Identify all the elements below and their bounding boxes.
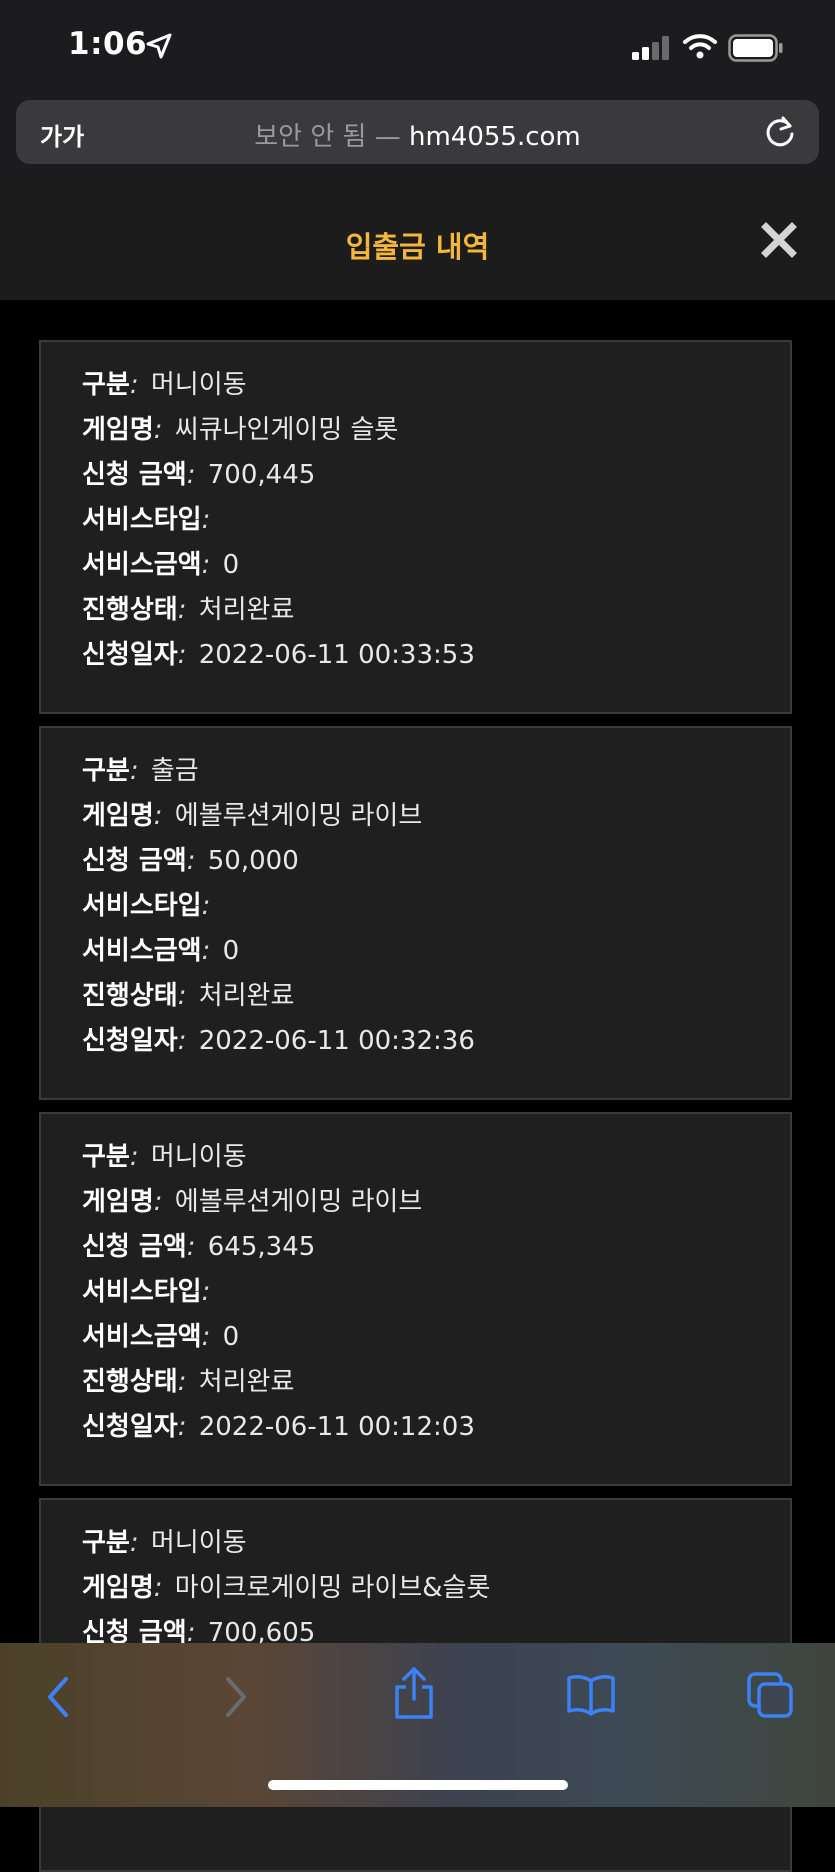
row-request-amount: 신청 금액: 700,445 — [82, 460, 316, 490]
request-amount-value: 700,445 — [207, 460, 316, 490]
cellular-signal-icon — [632, 36, 670, 64]
wifi-icon — [683, 33, 717, 63]
game-name-value: 에볼루션게이밍 라이브 — [174, 1187, 423, 1217]
row-request-amount: 신청 금액: 645,345 — [82, 1232, 316, 1262]
request-date-value: 2022-06-11 00:32:36 — [198, 1026, 475, 1056]
service-amount-value: 0 — [222, 550, 240, 580]
back-chevron-icon[interactable] — [42, 1673, 72, 1725]
row-service-type: 서비스타입: — [82, 1277, 211, 1307]
row-game-name: 게임명: 에볼루션게이밍 라이브 — [82, 1187, 423, 1217]
row-status: 진행상태: 처리완료 — [82, 1367, 295, 1397]
row-category: 구분: 머니이동 — [82, 1528, 247, 1558]
home-indicator — [268, 1780, 568, 1790]
row-service-type: 서비스타입: — [82, 505, 211, 535]
row-request-date: 신청일자: 2022-06-11 00:12:03 — [82, 1412, 475, 1442]
transaction-card: 구분: 출금 게임명: 에볼루션게이밍 라이브 신청 금액: 50,000 서비… — [39, 726, 792, 1100]
service-amount-value: 0 — [222, 936, 240, 966]
address-bar[interactable]: 가가 보안 안 됨 — hm4055.com — [16, 100, 819, 164]
category-value: 머니이동 — [150, 1142, 247, 1172]
game-name-value: 에볼루션게이밍 라이브 — [174, 801, 423, 831]
share-icon[interactable] — [392, 1665, 436, 1725]
reload-icon[interactable] — [763, 114, 797, 154]
status-value: 처리완료 — [198, 981, 295, 1011]
tabs-icon[interactable] — [746, 1671, 794, 1723]
row-service-amount: 서비스금액: 0 — [82, 1322, 240, 1352]
battery-icon — [728, 34, 784, 66]
request-date-value: 2022-06-11 00:33:53 — [198, 640, 475, 670]
row-service-type: 서비스타입: — [82, 891, 211, 921]
forward-chevron-icon[interactable] — [222, 1673, 252, 1725]
row-category: 구분: 머니이동 — [82, 1142, 247, 1172]
transaction-card: 구분: 머니이동 게임명: 씨큐나인게이밍 슬롯 신청 금액: 700,445 … — [39, 340, 792, 714]
request-amount-value: 645,345 — [207, 1232, 316, 1262]
request-date-value: 2022-06-11 00:12:03 — [198, 1412, 475, 1442]
browser-address-area: 가가 보안 안 됨 — hm4055.com — [0, 96, 835, 184]
status-bar: 1:06 — [0, 0, 835, 96]
transaction-card: 구분: 머니이동 게임명: 에볼루션게이밍 라이브 신청 금액: 645,345… — [39, 1112, 792, 1486]
category-value: 머니이동 — [150, 370, 247, 400]
row-status: 진행상태: 처리완료 — [82, 981, 295, 1011]
row-game-name: 게임명: 마이크로게이밍 라이브&슬롯 — [82, 1573, 491, 1603]
row-request-date: 신청일자: 2022-06-11 00:32:36 — [82, 1026, 475, 1056]
url-domain: hm4055.com — [408, 122, 581, 152]
modal-header: 입출금 내역 — [0, 184, 835, 300]
page-title: 입출금 내역 — [345, 230, 490, 264]
row-game-name: 게임명: 씨큐나인게이밍 슬롯 — [82, 415, 399, 445]
location-arrow-icon — [146, 33, 172, 63]
security-warning: 보안 안 됨 — [254, 122, 367, 152]
row-request-date: 신청일자: 2022-06-11 00:33:53 — [82, 640, 475, 670]
status-value: 처리완료 — [198, 595, 295, 625]
url-display[interactable]: 보안 안 됨 — hm4055.com — [16, 116, 819, 153]
game-name-value: 씨큐나인게이밍 슬롯 — [174, 415, 399, 445]
row-service-amount: 서비스금액: 0 — [82, 936, 240, 966]
row-request-amount: 신청 금액: 50,000 — [82, 846, 299, 876]
row-service-amount: 서비스금액: 0 — [82, 550, 240, 580]
row-status: 진행상태: 처리완료 — [82, 595, 295, 625]
status-time: 1:06 — [68, 26, 148, 62]
status-value: 처리완료 — [198, 1367, 295, 1397]
bookmarks-book-icon[interactable] — [566, 1673, 616, 1721]
request-amount-value: 50,000 — [207, 846, 299, 876]
row-category: 구분: 출금 — [82, 756, 199, 786]
browser-toolbar — [0, 1643, 835, 1807]
row-game-name: 게임명: 에볼루션게이밍 라이브 — [82, 801, 423, 831]
row-category: 구분: 머니이동 — [82, 370, 247, 400]
category-value: 출금 — [150, 756, 199, 786]
service-amount-value: 0 — [222, 1322, 240, 1352]
game-name-value: 마이크로게이밍 라이브&슬롯 — [174, 1573, 491, 1603]
close-icon[interactable] — [761, 222, 797, 262]
category-value: 머니이동 — [150, 1528, 247, 1558]
url-separator: — — [374, 122, 401, 152]
